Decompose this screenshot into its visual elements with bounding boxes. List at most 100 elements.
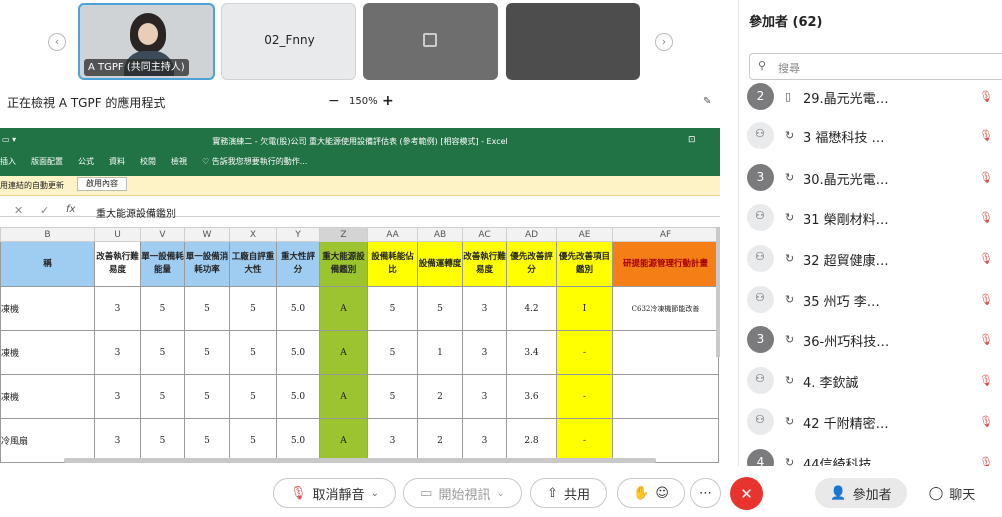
column-header[interactable]: Y [276, 227, 320, 242]
vertical-scrollbar[interactable] [716, 227, 720, 357]
column-header[interactable]: Z [319, 227, 368, 242]
video-tile-4[interactable] [506, 3, 640, 80]
table-cell[interactable]: 5 [367, 330, 418, 375]
table-cell[interactable]: 5 [184, 330, 230, 375]
tab-formulas[interactable]: 公式 [78, 156, 94, 167]
table-cell[interactable] [612, 374, 719, 419]
tab-layout[interactable]: 版面配置 [31, 156, 63, 167]
fx-icon[interactable]: fx [66, 204, 75, 215]
header-cell[interactable]: 重大性評分 [276, 241, 320, 287]
zoom-out-button[interactable]: − [328, 93, 340, 109]
mic-muted-icon[interactable]: 🎙 [979, 374, 993, 387]
table-cell[interactable]: I [556, 286, 613, 331]
participants-button[interactable]: 👤 參加者 [815, 478, 907, 508]
tab-view[interactable]: 檢視 [171, 156, 187, 167]
next-tiles-button[interactable]: › [655, 33, 673, 51]
enable-content-button[interactable]: 啟用內容 [77, 177, 127, 191]
table-cell[interactable]: 5 [367, 374, 418, 419]
table-cell[interactable]: 3.4 [506, 330, 557, 375]
leave-button[interactable]: ✕ [730, 477, 763, 510]
table-cell[interactable]: 5.0 [276, 330, 320, 375]
table-cell[interactable]: 2.8 [506, 418, 557, 463]
table-cell[interactable]: 凍機 [0, 286, 95, 331]
header-cell[interactable]: 研提能源管理行動計畫 [612, 241, 719, 287]
emoji-icon[interactable]: ☺ [655, 486, 669, 501]
column-header[interactable]: AA [367, 227, 418, 242]
video-tile-02-fnny[interactable]: 02_Fnny [221, 3, 356, 80]
mic-muted-icon[interactable]: 🎙 [979, 90, 993, 103]
table-cell[interactable]: 5 [229, 286, 277, 331]
share-button[interactable]: ⇧ 共用 [530, 478, 607, 508]
mic-muted-icon[interactable]: 🎙 [979, 171, 993, 184]
participant-row[interactable]: 3 ↻ 30.晶元光電… 🎙 [747, 157, 1002, 197]
video-tile-3[interactable] [363, 3, 498, 80]
annotate-icon[interactable]: ✎ [703, 96, 711, 107]
table-cell[interactable]: A [319, 286, 368, 331]
table-cell[interactable]: 3 [462, 286, 507, 331]
column-header[interactable]: U [94, 227, 141, 242]
mic-muted-icon[interactable]: 🎙 [979, 333, 993, 346]
column-header[interactable]: V [140, 227, 185, 242]
enter-icon[interactable]: ✓ [40, 204, 49, 217]
table-cell[interactable]: 3 [462, 418, 507, 463]
start-video-button[interactable]: ▭ 開始視訊 ⌄ [403, 478, 522, 508]
table-cell[interactable]: 5.0 [276, 418, 320, 463]
header-cell[interactable]: 重大能源設備鑑別 [319, 241, 368, 287]
tab-data[interactable]: 資料 [109, 156, 125, 167]
table-cell[interactable]: 3 [94, 418, 141, 463]
header-cell[interactable]: 設備運轉度 [417, 241, 463, 287]
table-cell[interactable]: 5 [229, 330, 277, 375]
horizontal-scrollbar[interactable] [64, 458, 656, 463]
table-cell[interactable]: 2 [417, 418, 463, 463]
participant-row[interactable]: ⚇ ↻ 31 榮剛材料… 🎙 [747, 197, 1002, 237]
tab-review[interactable]: 校閱 [140, 156, 156, 167]
table-cell[interactable]: 3 [94, 330, 141, 375]
table-cell[interactable]: 5 [417, 286, 463, 331]
table-cell[interactable]: 5 [140, 330, 185, 375]
table-cell[interactable]: 5 [184, 418, 230, 463]
more-button[interactable]: ⋯ [690, 478, 721, 508]
participant-row[interactable]: ⚇ ↻ 42 千附精密… 🎙 [747, 401, 1002, 441]
table-cell[interactable]: - [556, 374, 613, 419]
table-cell[interactable]: A [319, 418, 368, 463]
table-cell[interactable]: 5.0 [276, 374, 320, 419]
mic-muted-icon[interactable]: 🎙 [979, 252, 993, 265]
table-cell[interactable]: 3 [462, 374, 507, 419]
table-cell[interactable]: 3 [462, 330, 507, 375]
table-cell[interactable]: 5 [140, 418, 185, 463]
participant-row[interactable]: ⚇ ↻ 35 州巧 李… 🎙 [747, 279, 1002, 319]
header-cell[interactable]: 稱 [0, 241, 95, 287]
column-header[interactable]: AB [417, 227, 463, 242]
table-cell[interactable]: 3 [367, 418, 418, 463]
header-cell[interactable]: 優先改善項目鑑別 [556, 241, 613, 287]
table-cell[interactable] [612, 418, 719, 463]
table-cell[interactable]: 3 [94, 286, 141, 331]
column-header[interactable]: AD [506, 227, 557, 242]
table-cell[interactable]: C632冷凍機節能改善 [612, 286, 719, 331]
mic-muted-icon[interactable]: 🎙 [979, 129, 993, 142]
table-cell[interactable]: - [556, 330, 613, 375]
column-header[interactable]: X [229, 227, 277, 242]
column-header[interactable]: B [0, 227, 95, 242]
raise-hand-icon[interactable]: ✋ [633, 486, 649, 501]
tell-me-box[interactable]: ♡ 告訴我您想要執行的動作... [202, 156, 307, 167]
chat-button[interactable]: ◯ 聊天 [920, 478, 984, 508]
participant-row[interactable]: ⚇ ↻ 3 福懋科技 … 🎙 [747, 115, 1002, 155]
participant-row[interactable]: ⚇ ↻ 4. 李欽誠 🎙 [747, 360, 1002, 400]
mic-muted-icon[interactable]: 🎙 [979, 211, 993, 224]
table-cell[interactable]: - [556, 418, 613, 463]
table-cell[interactable]: 5 [367, 286, 418, 331]
table-cell[interactable]: 5 [140, 374, 185, 419]
mic-muted-icon[interactable]: 🎙 [979, 415, 993, 428]
zoom-in-button[interactable]: + [382, 93, 394, 109]
prev-tiles-button[interactable]: ‹ [48, 33, 66, 51]
table-cell[interactable]: 4.2 [506, 286, 557, 331]
header-cell[interactable]: 單一設備耗能量 [140, 241, 185, 287]
table-cell[interactable]: 2 [417, 374, 463, 419]
header-cell[interactable]: 改善執行難易度 [94, 241, 141, 287]
header-cell[interactable]: 優先改善評分 [506, 241, 557, 287]
participant-row[interactable]: 2 ▯ 29.晶元光電… 🎙 [747, 76, 1002, 116]
table-cell[interactable]: 凍機 [0, 330, 95, 375]
search-input[interactable]: 搜尋 [778, 60, 800, 76]
header-cell[interactable]: 設備耗能佔比 [367, 241, 418, 287]
